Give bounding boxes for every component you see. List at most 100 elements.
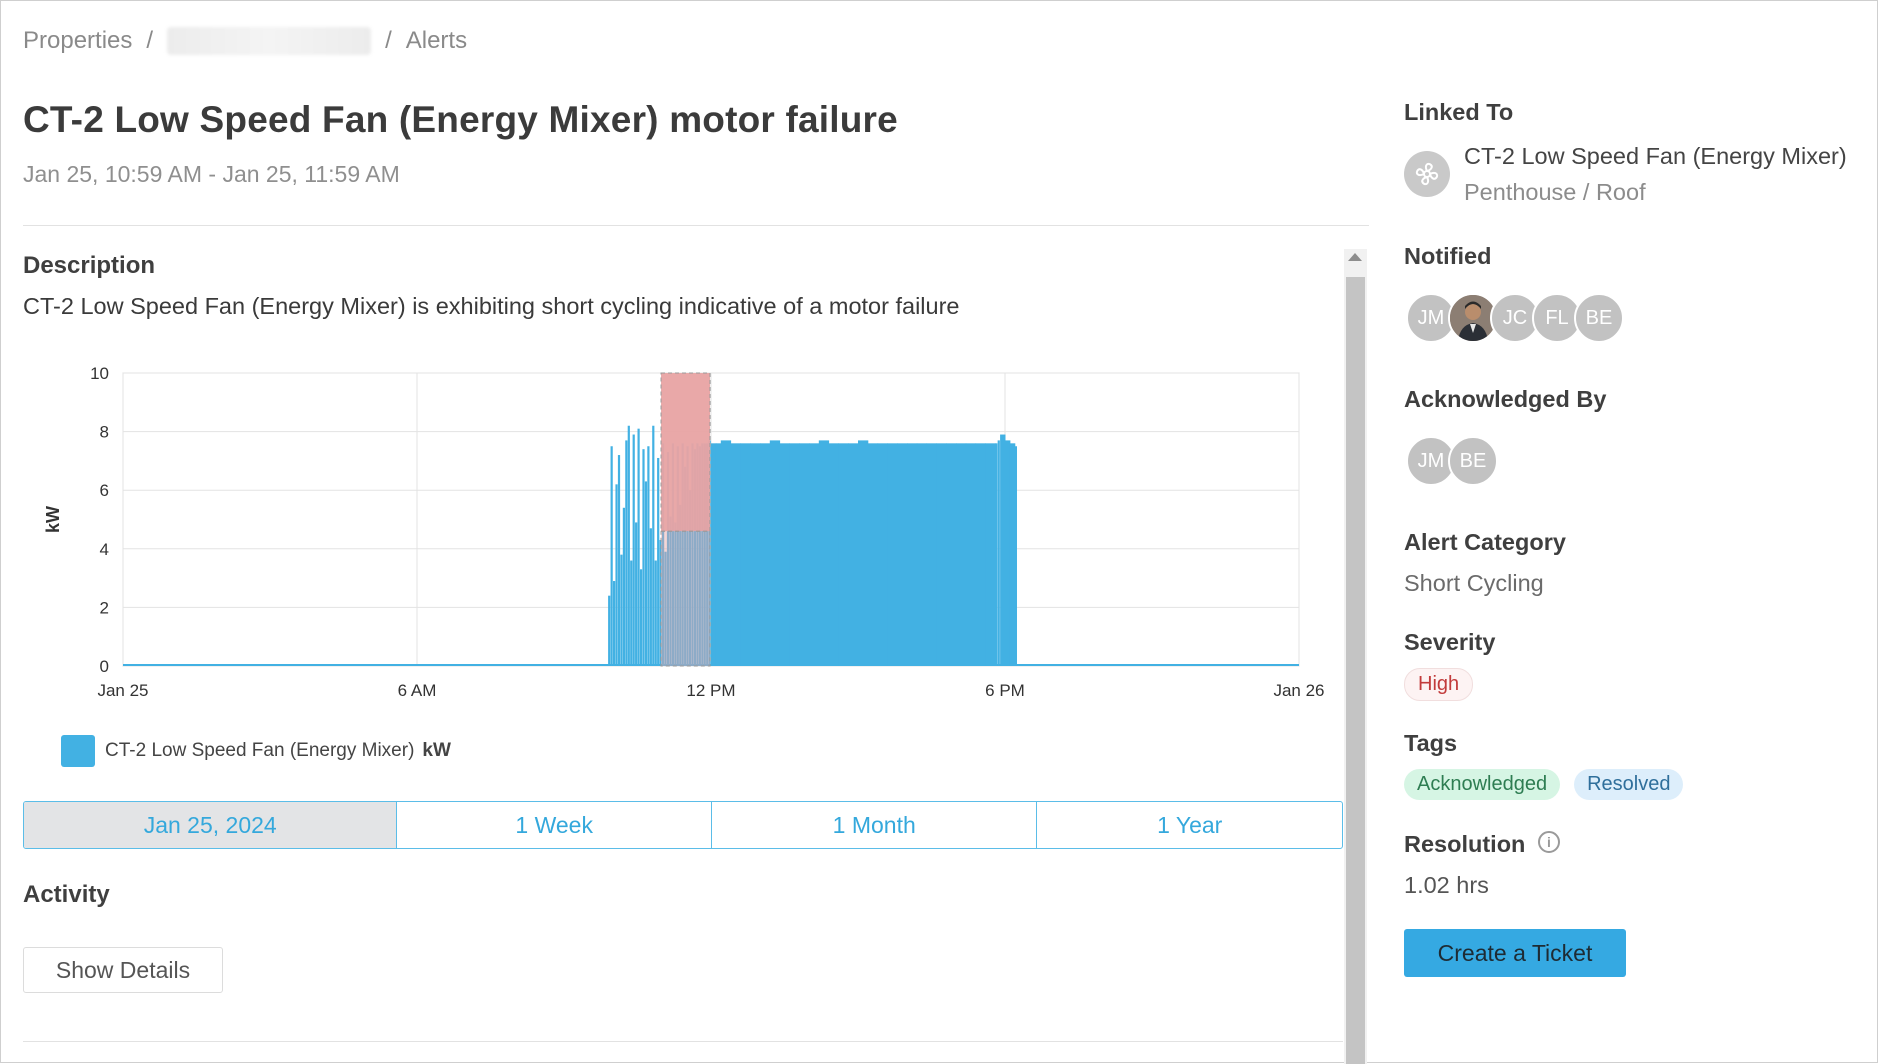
page-title: CT-2 Low Speed Fan (Energy Mixer) motor … [23, 99, 898, 140]
linked-to-label: Linked To [1404, 99, 1514, 125]
data-bar [617, 455, 621, 666]
data-bar [877, 443, 888, 666]
linked-equipment-link[interactable]: CT-2 Low Speed Fan (Energy Mixer) [1464, 143, 1847, 170]
x-tick-label: Jan 25 [97, 681, 148, 700]
data-bar [916, 443, 928, 666]
scrollbar-thumb[interactable] [1346, 277, 1365, 1064]
data-bar [975, 443, 986, 666]
data-bar [897, 443, 908, 666]
data-bar [657, 457, 660, 666]
x-tick-label: 6 PM [985, 681, 1025, 700]
acknowledged-avatars: JM BE [1406, 436, 1498, 486]
alert-date-range: Jan 25, 10:59 AM - Jan 25, 11:59 AM [23, 161, 400, 187]
breadcrumb-redacted-property[interactable] [167, 27, 372, 55]
chart-legend: CT-2 Low Speed Fan (Energy Mixer) kW [61, 735, 451, 767]
data-bar [627, 425, 630, 666]
divider [23, 1041, 1343, 1042]
severity-badge: High [1404, 668, 1474, 701]
notified-avatars: JM JC FL BE [1406, 293, 1624, 343]
alert-window-highlight [660, 372, 711, 532]
data-bar [615, 484, 618, 666]
data-bar [818, 440, 830, 666]
data-bar [654, 560, 657, 666]
breadcrumb-separator: / [146, 27, 154, 54]
acknowledged-by-label: Acknowledged By [1404, 386, 1607, 412]
fan-icon [1404, 151, 1450, 197]
tab-day[interactable]: Jan 25, 2024 [24, 802, 398, 848]
legend-series-name[interactable]: CT-2 Low Speed Fan (Energy Mixer) [105, 740, 414, 762]
data-bar [644, 481, 648, 666]
breadcrumb: Properties / / Alerts [23, 27, 467, 55]
data-bar [720, 440, 732, 666]
data-bar [637, 428, 640, 666]
tab-1-month[interactable]: 1 Month [712, 802, 1038, 848]
data-bar [965, 443, 977, 666]
avatar[interactable]: BE [1574, 293, 1624, 343]
data-bar [610, 446, 613, 666]
range-tabs: Jan 25, 2024 1 Week 1 Month 1 Year [23, 801, 1343, 849]
alert-window-highlight [660, 530, 711, 667]
data-bar [613, 581, 616, 666]
data-bar [956, 443, 967, 666]
breadcrumb-separator: / [385, 27, 392, 54]
tags-label: Tags [1404, 730, 1458, 756]
data-bar [779, 443, 790, 666]
data-bar [632, 434, 635, 666]
create-ticket-button[interactable]: Create a Ticket [1404, 929, 1626, 977]
tags-list: Acknowledged Resolved [1404, 769, 1684, 800]
data-bar [985, 443, 996, 666]
tag-resolved[interactable]: Resolved [1574, 769, 1684, 800]
data-bar [1005, 440, 1011, 666]
divider [23, 225, 1369, 226]
data-bar [887, 443, 898, 666]
data-bar [750, 443, 761, 666]
data-bar [652, 425, 655, 666]
info-icon[interactable]: i [1538, 831, 1560, 853]
data-bar [647, 446, 650, 666]
data-bar [936, 443, 947, 666]
activity-heading: Activity [23, 881, 110, 908]
legend-swatch[interactable] [61, 735, 95, 767]
data-bar [926, 443, 937, 666]
data-bar [799, 443, 810, 666]
data-bar [828, 443, 839, 666]
data-bar [838, 443, 849, 666]
data-bar [760, 443, 771, 666]
data-bar [740, 443, 751, 666]
data-bar [867, 443, 879, 666]
breadcrumb-current: Alerts [405, 27, 468, 54]
data-bar [630, 560, 633, 666]
scroll-up-arrow-icon[interactable] [1348, 253, 1362, 261]
data-bar [711, 443, 717, 666]
y-axis-label: kW [43, 506, 63, 533]
y-tick-label: 4 [100, 540, 109, 559]
data-bar [649, 528, 652, 666]
description-text: CT-2 Low Speed Fan (Energy Mixer) is exh… [23, 293, 960, 319]
y-tick-label: 10 [90, 364, 109, 383]
data-bar [622, 507, 625, 666]
legend-series-unit: kW [422, 740, 451, 761]
alert-category-value: Short Cycling [1404, 570, 1544, 596]
notified-label: Notified [1404, 243, 1492, 269]
resolution-value: 1.02 hrs [1404, 872, 1489, 898]
breadcrumb-properties-link[interactable]: Properties [23, 27, 132, 55]
data-bar [809, 443, 820, 666]
description-heading: Description [23, 252, 156, 279]
data-bar [997, 440, 1000, 666]
data-bar [625, 440, 628, 666]
data-bar [642, 449, 645, 666]
show-details-button[interactable]: Show Details [23, 947, 223, 993]
avatar[interactable]: BE [1448, 436, 1498, 486]
data-bar [946, 443, 957, 666]
tab-1-year[interactable]: 1 Year [1037, 802, 1342, 848]
data-bar [639, 569, 643, 666]
data-bar [995, 443, 998, 666]
tab-1-week[interactable]: 1 Week [397, 802, 712, 848]
data-bar [769, 440, 781, 666]
x-tick-label: Jan 26 [1273, 681, 1324, 700]
y-tick-label: 2 [100, 598, 109, 617]
y-tick-label: 6 [100, 481, 109, 500]
y-tick-label: 0 [100, 657, 109, 676]
data-bar [620, 554, 623, 666]
tag-acknowledged[interactable]: Acknowledged [1404, 769, 1561, 800]
